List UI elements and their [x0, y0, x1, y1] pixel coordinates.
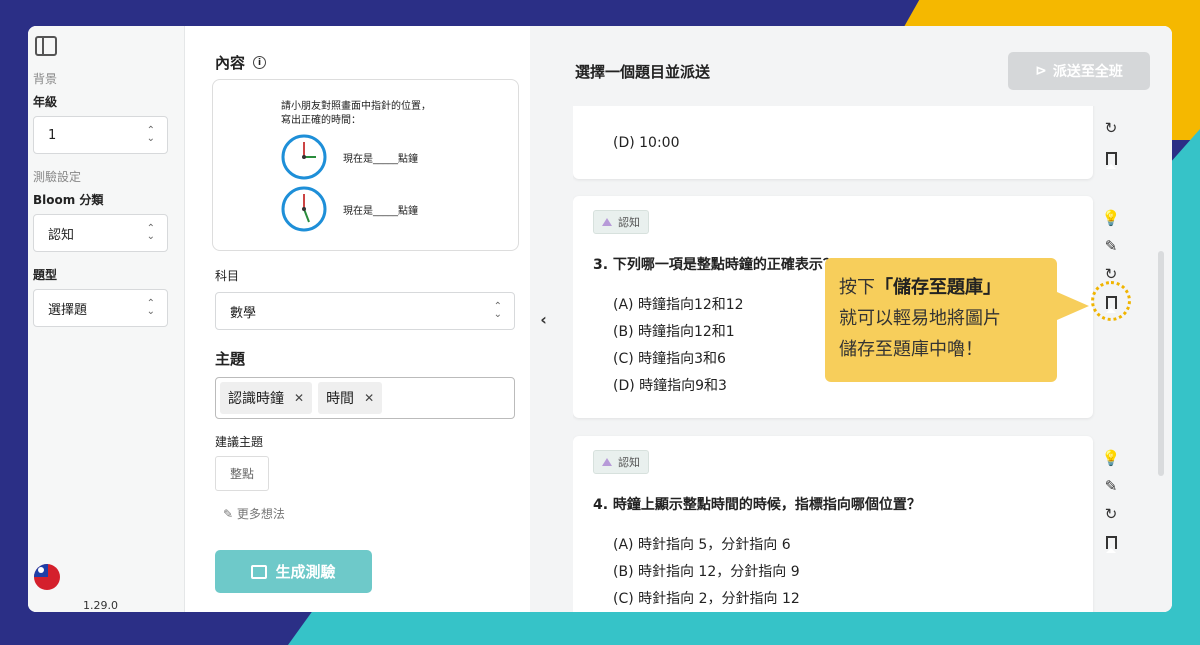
section-quiz-settings: 測驗設定 — [33, 170, 82, 184]
content-title: 內容 i — [215, 52, 530, 73]
suggested-topics-label: 建議主題 — [215, 435, 264, 449]
subject-value: 數學 — [230, 305, 257, 321]
regenerate-icon[interactable]: ↻ — [1103, 505, 1119, 523]
bloom-badge-label: 認知 — [618, 216, 640, 229]
generate-quiz-button[interactable]: 生成測驗 — [215, 550, 372, 593]
question-list[interactable]: (D) 10:00 ↻ 認知 3. 下列哪一項是整點時鐘的正確表示？ (A) 時… — [573, 106, 1172, 612]
option[interactable]: (A) 時針指向 5，分針指向 6 — [593, 532, 1073, 559]
send-to-class-button[interactable]: ⊳ 派送至全班 — [1008, 52, 1150, 90]
grade-value: 1 — [48, 127, 57, 143]
version-text: 1.29.0 — [83, 599, 118, 612]
pencil-icon: ✎ — [223, 507, 234, 521]
topic-tags-input[interactable]: 認識時鐘 ✕ 時間 ✕ — [215, 377, 515, 419]
topic-tag: 認識時鐘 ✕ — [220, 382, 313, 414]
type-label: 題型 — [33, 268, 58, 282]
clock-answer-label-2: 現在是_____點鐘 — [343, 205, 418, 217]
preview-line-2: 寫出正確的時間： — [281, 115, 361, 126]
question-text: 4. 時鐘上顯示整點時間的時候，指標指向哪個位置？ — [593, 497, 921, 513]
bloom-label: Bloom 分類 — [33, 193, 104, 207]
callout-line-2: 就可以輕易地將圖片 — [839, 308, 1001, 329]
question-card: (D) 10:00 — [573, 106, 1093, 179]
clock-answer-label-1: 現在是_____點鐘 — [343, 153, 418, 165]
grade-label: 年級 — [33, 95, 58, 109]
more-ideas-link[interactable]: ✎ 更多想法 — [223, 505, 530, 522]
bloom-value: 認知 — [48, 227, 75, 243]
updown-chevron-icon: ⌃ ⌄ — [146, 125, 155, 144]
content-image-preview[interactable]: 請小朋友對照畫面中指針的位置， 寫出正確的時間： 現在是_____點鐘 現在是_… — [212, 79, 519, 251]
card-tools: ↻ — [1101, 119, 1121, 169]
edit-pencil-icon[interactable]: ✎ — [1103, 237, 1119, 255]
edit-pencil-icon[interactable]: ✎ — [1103, 477, 1119, 495]
content-title-text: 內容 — [215, 54, 246, 72]
chevron-left-icon: ‹ — [540, 309, 547, 329]
callout-line-1: 按下「儲存至題庫」 — [839, 272, 1043, 303]
question-panel-title: 選擇一個題目並派送 — [575, 62, 711, 81]
topic-tag-label: 認識時鐘 — [228, 391, 284, 407]
topic-tag-label: 時間 — [326, 391, 355, 407]
bloom-badge-label: 認知 — [618, 456, 640, 469]
subject-label: 科目 — [215, 269, 240, 283]
suggested-topic-chip[interactable]: 整點 — [215, 456, 270, 491]
bloom-badge: 認知 — [593, 210, 649, 234]
info-icon[interactable]: i — [253, 56, 267, 69]
bloom-badge: 認知 — [593, 450, 649, 474]
regenerate-icon[interactable]: ↻ — [1103, 265, 1119, 283]
sidebar: 背景 年級 1 ⌃ ⌄ 測驗設定 Bloom 分類 認知 ⌃ ⌄ 題型 選擇題 ⌃ ⌄… — [28, 26, 185, 612]
triangle-icon — [602, 458, 612, 466]
callout-prefix: 按下 — [839, 277, 875, 298]
remove-tag-icon[interactable]: ✕ — [364, 391, 374, 405]
regenerate-icon[interactable]: ↻ — [1103, 119, 1119, 137]
bloom-select[interactable]: 認知 ⌃ ⌄ — [33, 214, 168, 252]
content-panel: 內容 i 請小朋友對照畫面中指針的位置， 寫出正確的時間： 現在是_____點鐘 — [185, 26, 530, 612]
bookmark-icon[interactable] — [1103, 534, 1119, 553]
callout-bold: 「儲存至題庫」 — [875, 277, 1001, 298]
question-card: 認知 4. 時鐘上顯示整點時間的時候，指標指向哪個位置？ (A) 時針指向 5，… — [573, 436, 1093, 612]
taiwan-flag-icon[interactable] — [34, 564, 60, 590]
highlight-ring — [1091, 281, 1131, 321]
more-ideas-text: 更多想法 — [236, 507, 285, 521]
updown-chevron-icon: ⌃ ⌄ — [493, 301, 502, 320]
triangle-icon — [602, 218, 612, 226]
card-tools: 💡 ✎ ↻ — [1101, 449, 1121, 553]
question-panel: 選擇一個題目並派送 ⊳ 派送至全班 (D) 10:00 ↻ 認知 3. 下列哪一… — [557, 26, 1172, 612]
clock-icon — [281, 186, 327, 232]
question-panel-header: 選擇一個題目並派送 ⊳ 派送至全班 — [573, 46, 1172, 96]
subject-select[interactable]: 數學 ⌃ ⌄ — [215, 292, 515, 330]
updown-chevron-icon: ⌃ ⌄ — [146, 298, 155, 317]
option[interactable]: (D) 10:00 — [593, 130, 1073, 157]
tutorial-callout: 按下「儲存至題庫」 就可以輕易地將圖片 儲存至題庫中嚕！ — [825, 258, 1089, 382]
preview-line-1: 請小朋友對照畫面中指針的位置， — [281, 101, 431, 112]
question-type-select[interactable]: 選擇題 ⌃ ⌄ — [33, 289, 168, 327]
bookmark-icon[interactable] — [1103, 150, 1119, 169]
scrollbar[interactable] — [1158, 251, 1164, 476]
lightbulb-icon[interactable]: 💡 — [1102, 449, 1121, 467]
callout-line-3: 儲存至題庫中嚕！ — [839, 339, 983, 360]
edit-note-icon — [251, 564, 268, 579]
option[interactable]: (C) 時針指向 2，分針指向 12 — [593, 586, 1073, 612]
topic-tag: 時間 ✕ — [318, 382, 383, 414]
clock-icon — [281, 134, 327, 180]
sidebar-toggle-icon[interactable] — [35, 36, 57, 56]
collapse-panel-button[interactable]: ‹ — [530, 26, 557, 612]
remove-tag-icon[interactable]: ✕ — [294, 391, 304, 405]
clock-row-2: 現在是_____點鐘 — [281, 186, 518, 232]
send-to-class-label: 派送至全班 — [1052, 64, 1123, 80]
option[interactable]: (B) 時針指向 12，分針指向 9 — [593, 559, 1073, 586]
type-value: 選擇題 — [48, 302, 88, 318]
grade-select[interactable]: 1 ⌃ ⌄ — [33, 116, 168, 154]
topic-label: 主題 — [215, 350, 246, 368]
section-background: 背景 — [33, 72, 58, 86]
updown-chevron-icon: ⌃ ⌄ — [146, 223, 155, 242]
lightbulb-icon[interactable]: 💡 — [1102, 209, 1121, 227]
generate-quiz-label: 生成測驗 — [275, 563, 336, 581]
clock-row-1: 現在是_____點鐘 — [281, 134, 518, 180]
app-window: 背景 年級 1 ⌃ ⌄ 測驗設定 Bloom 分類 認知 ⌃ ⌄ 題型 選擇題 ⌃ ⌄… — [28, 26, 1172, 612]
send-icon: ⊳ — [1035, 63, 1047, 79]
